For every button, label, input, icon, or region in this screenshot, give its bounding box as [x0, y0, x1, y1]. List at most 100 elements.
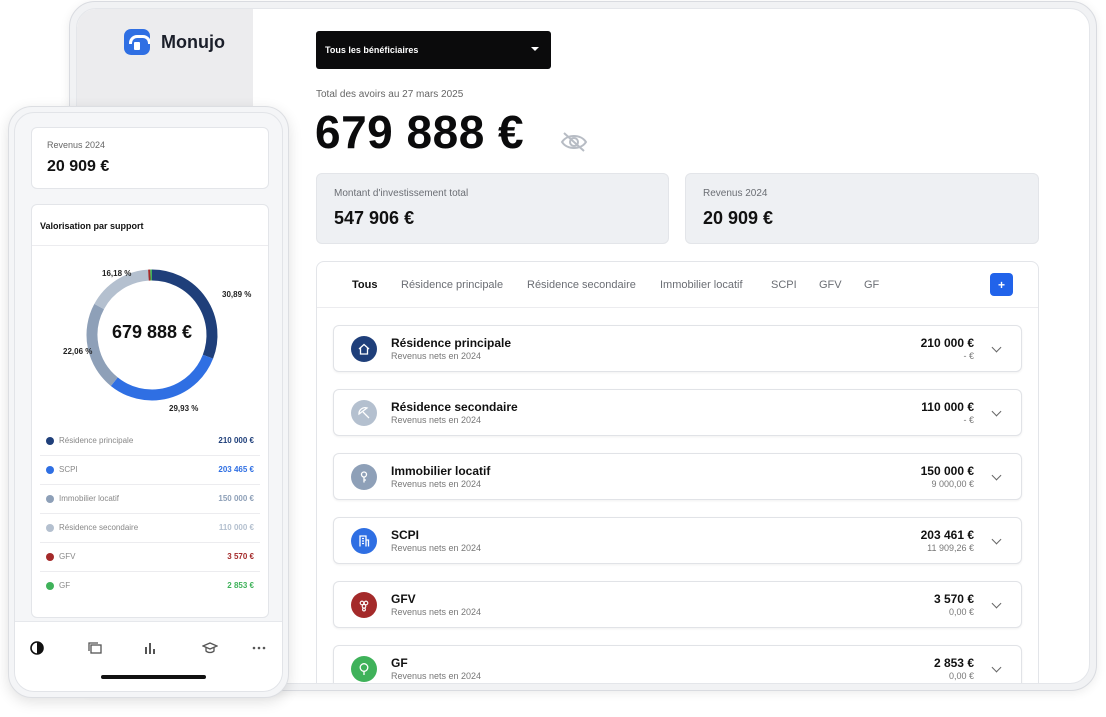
asset-row[interactable]: SCPI Revenus nets en 2024 203 461 € 11 9… [333, 517, 1022, 564]
legend-row: GF 2 853 € [40, 572, 260, 601]
monujo-logo-icon [124, 29, 150, 55]
bottom-nav [15, 621, 282, 691]
legend-name: GF [59, 581, 71, 590]
house-icon [351, 336, 377, 362]
tab-scpi[interactable]: SCPI [771, 279, 797, 291]
asset-name: Immobilier locatif [391, 464, 491, 478]
more-icon[interactable] [251, 640, 267, 656]
legend-dot [46, 582, 54, 590]
legend-row: SCPI 203 465 € [40, 456, 260, 485]
legend-name: GFV [59, 552, 76, 561]
donut-slice-immobilier-locatif [86, 303, 118, 386]
beneficiary-select[interactable]: Tous les bénéficiaires [316, 31, 551, 69]
brand[interactable]: Monujo [124, 29, 225, 55]
legend-row: Résidence principale 210 000 € [40, 427, 260, 456]
percent-label: 30,89 % [222, 290, 252, 299]
asset-amount: 110 000 € [921, 400, 974, 414]
caret-down-icon [531, 47, 539, 51]
legend-name: SCPI [59, 465, 78, 474]
stat-label: Revenus 2024 [703, 188, 768, 199]
asset-name: SCPI [391, 528, 420, 542]
asset-amount: 2 853 € [933, 656, 974, 670]
legend-value: 210 000 € [218, 436, 254, 445]
asset-row[interactable]: GF Revenus nets en 2024 2 853 € 0,00 € [333, 645, 1022, 683]
legend-dot [46, 495, 54, 503]
tab-immobilier-locatif[interactable]: Immobilier locatif [660, 279, 743, 291]
building-icon [351, 528, 377, 554]
legend-dot [46, 524, 54, 532]
asset-revenue: - € [963, 415, 974, 425]
chevron-down-icon[interactable] [991, 406, 1002, 417]
main-content: Tous les bénéficiaires Total des avoirs … [253, 9, 1089, 683]
legend-row: GFV 3 570 € [40, 543, 260, 572]
revenue-value: 20 909 € [47, 158, 110, 175]
percent-label: 16,18 % [102, 269, 132, 278]
tab-residence-secondaire[interactable]: Résidence secondaire [527, 279, 636, 291]
revenue-card: Revenus 2024 20 909 € [31, 127, 269, 189]
legend-dot [46, 553, 54, 561]
legend-value: 203 465 € [218, 465, 254, 474]
brand-name: Monujo [161, 31, 225, 52]
legend-row: Immobilier locatif 150 000 € [40, 485, 260, 514]
asset-row[interactable]: Résidence principale Revenus nets en 202… [333, 325, 1022, 372]
assets-panel: Tous Résidence principale Résidence seco… [316, 261, 1039, 683]
total-label: Total des avoirs au 27 mars 2025 [316, 89, 464, 100]
asset-amount: 3 570 € [933, 592, 974, 606]
asset-subtitle: Revenus nets en 2024 [391, 671, 482, 681]
tab-gf[interactable]: GF [864, 279, 879, 291]
chevron-down-icon[interactable] [991, 598, 1002, 609]
asset-revenue: 0,00 € [948, 671, 974, 681]
grapes-icon [351, 592, 377, 618]
chevron-down-icon[interactable] [991, 662, 1002, 673]
tab-tous[interactable]: Tous [352, 279, 377, 291]
chart-pie-icon[interactable] [29, 640, 45, 656]
asset-revenue: 11 909,26 € [927, 543, 974, 553]
donut-slice-scpi [110, 354, 214, 401]
stat-revenue: Revenus 2024 20 909 € [685, 173, 1039, 244]
asset-amount: 210 000 € [920, 336, 974, 350]
tab-gfv[interactable]: GFV [819, 279, 842, 291]
legend-name: Résidence principale [59, 436, 134, 445]
asset-subtitle: Revenus nets en 2024 [391, 607, 482, 617]
beneficiary-select-value: Tous les bénéficiaires [325, 45, 419, 55]
home-indicator [101, 675, 206, 679]
asset-amount: 150 000 € [920, 464, 974, 478]
stat-label: Montant d'investissement total [334, 188, 469, 199]
eye-off-icon[interactable] [559, 130, 589, 154]
chevron-down-icon[interactable] [991, 342, 1002, 353]
asset-revenue: 9 000,00 € [931, 479, 974, 489]
key-icon [351, 464, 377, 490]
asset-row[interactable]: Résidence secondaire Revenus nets en 202… [333, 389, 1022, 436]
asset-row[interactable]: GFV Revenus nets en 2024 3 570 € 0,00 € [333, 581, 1022, 628]
percent-label: 29,93 % [169, 404, 199, 413]
legend-name: Immobilier locatif [59, 494, 120, 503]
asset-name: GF [391, 656, 408, 670]
asset-name: Résidence principale [391, 336, 512, 350]
umbrella-icon [351, 400, 377, 426]
valuation-title: Valorisation par support [40, 221, 144, 231]
asset-revenue: 0,00 € [948, 607, 974, 617]
tab-residence-principale[interactable]: Résidence principale [401, 279, 503, 291]
legend-value: 3 570 € [227, 552, 254, 561]
donut-slice-r-sidence-principale [151, 269, 218, 359]
asset-row[interactable]: Immobilier locatif Revenus nets en 2024 … [333, 453, 1022, 500]
asset-subtitle: Revenus nets en 2024 [391, 543, 482, 553]
stat-value: 20 909 € [703, 208, 774, 228]
legend-dot [46, 437, 54, 445]
donut-slice-r-sidence-secondaire [94, 269, 149, 310]
asset-tabs: Tous Résidence principale Résidence seco… [317, 262, 1038, 308]
chevron-down-icon[interactable] [991, 470, 1002, 481]
folders-icon[interactable] [87, 640, 103, 656]
percent-label: 22,06 % [63, 347, 93, 356]
phone-frame: Revenus 2024 20 909 € Valorisation par s… [8, 106, 289, 698]
legend-value: 150 000 € [218, 494, 254, 503]
bar-chart-icon[interactable] [142, 640, 158, 656]
total-value: 679 888 € [315, 106, 525, 158]
legend-value: 2 853 € [227, 581, 254, 590]
asset-amount: 203 461 € [920, 528, 974, 542]
asset-revenue: - € [963, 351, 974, 361]
chevron-down-icon[interactable] [991, 534, 1002, 545]
legend-value: 110 000 € [218, 523, 254, 532]
graduation-cap-icon[interactable] [202, 640, 218, 656]
add-asset-button[interactable]: + [990, 273, 1013, 296]
